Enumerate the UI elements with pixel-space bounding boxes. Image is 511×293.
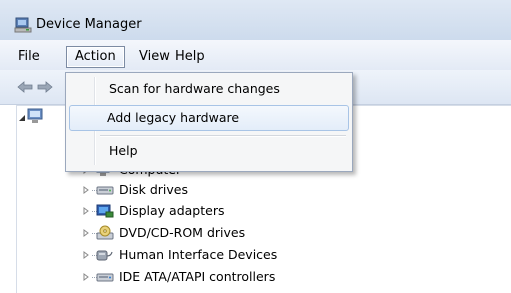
- menu-action[interactable]: Action: [66, 46, 125, 68]
- forward-arrow-icon[interactable]: [36, 79, 54, 95]
- tree-node-label: Human Interface Devices: [119, 247, 278, 262]
- menu-help[interactable]: Help: [175, 48, 205, 66]
- menu-bar: File Action View Help: [0, 40, 511, 71]
- tree-node[interactable]: Display adapters: [0, 201, 511, 221]
- device-manager-icon: [14, 17, 32, 33]
- device-manager-window: Device Manager File Action View Help Dis…: [0, 0, 511, 293]
- tree-node-label: Display adapters: [119, 203, 225, 218]
- title-bar[interactable]: Device Manager: [0, 0, 511, 40]
- computer-root-icon[interactable]: [26, 108, 46, 124]
- menu-separator: [100, 135, 346, 137]
- menu-item-add-legacy-hardware[interactable]: Add legacy hardware: [69, 105, 349, 131]
- menu-item-help[interactable]: Help: [69, 139, 349, 163]
- menu-item-label: Scan for hardware changes: [109, 81, 280, 96]
- action-dropdown-menu: Scan for hardware changes Add legacy har…: [65, 72, 353, 172]
- disk-drive-icon: [96, 186, 114, 195]
- tree-node-label: DVD/CD-ROM drives: [119, 225, 246, 240]
- tree-node-label: Disk drives: [119, 182, 188, 197]
- hid-icon: [96, 250, 113, 261]
- menu-file[interactable]: File: [18, 48, 40, 66]
- expand-triangle-icon[interactable]: [82, 207, 90, 215]
- menu-view[interactable]: View: [139, 48, 170, 66]
- tree-node[interactable]: Human Interface Devices: [0, 245, 511, 265]
- collapse-triangle-icon[interactable]: [18, 114, 26, 122]
- menu-item-label: Add legacy hardware: [107, 110, 240, 125]
- expand-triangle-icon[interactable]: [82, 273, 90, 281]
- back-arrow-icon[interactable]: [16, 79, 34, 95]
- menu-item-label: Help: [109, 143, 138, 158]
- dvd-drive-icon: [96, 225, 114, 240]
- tree-node[interactable]: Disk drives: [0, 180, 511, 200]
- expand-triangle-icon[interactable]: [82, 229, 90, 237]
- menu-item-scan-for-hardware-changes[interactable]: Scan for hardware changes: [69, 77, 349, 101]
- tree-node-label: IDE ATA/ATAPI controllers: [119, 269, 276, 284]
- display-adapter-icon: [96, 204, 114, 218]
- window-title: Device Manager: [36, 17, 142, 32]
- tree-node[interactable]: IDE ATA/ATAPI controllers: [0, 267, 511, 287]
- expand-triangle-icon[interactable]: [82, 251, 90, 259]
- ide-controller-icon: [96, 273, 114, 282]
- tree-node[interactable]: DVD/CD-ROM drives: [0, 223, 511, 243]
- expand-triangle-icon[interactable]: [82, 186, 90, 194]
